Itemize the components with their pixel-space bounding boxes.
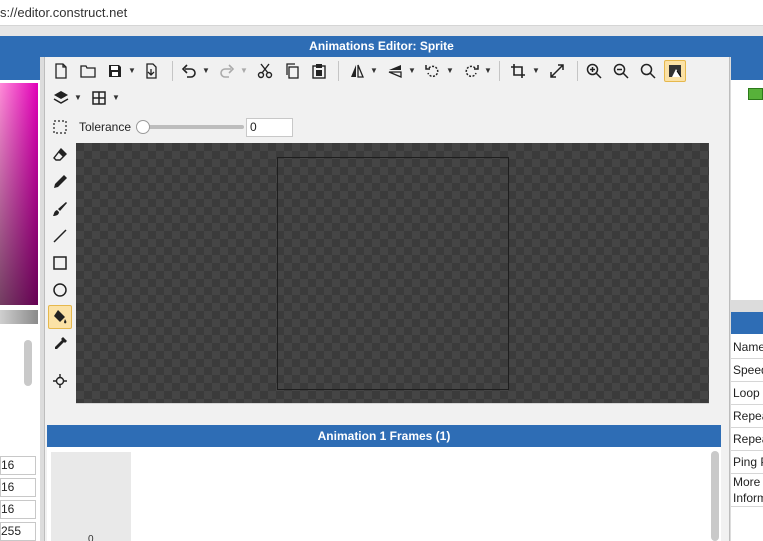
eyedropper-icon[interactable] — [48, 332, 72, 356]
paste-icon[interactable] — [308, 60, 330, 82]
zoom-in-icon[interactable] — [583, 60, 605, 82]
property-name[interactable]: Name — [731, 336, 763, 359]
color-gradient[interactable] — [0, 83, 38, 305]
color-panel-header — [0, 57, 40, 80]
resize-icon[interactable] — [546, 60, 568, 82]
flip-vertical-dropdown-icon[interactable]: ▼ — [408, 60, 416, 82]
toolbar-divider — [499, 61, 500, 81]
brush-icon[interactable] — [48, 197, 72, 221]
address-bar[interactable]: s://editor.construct.net — [0, 0, 763, 26]
toolbar-divider — [577, 61, 578, 81]
fill-icon[interactable] — [48, 305, 72, 329]
toolbar-divider — [338, 61, 339, 81]
origin-point-icon[interactable] — [48, 369, 72, 393]
color-field-r[interactable]: 16 — [0, 456, 36, 475]
crop-dropdown-icon[interactable]: ▼ — [532, 60, 540, 82]
url-text[interactable]: s://editor.construct.net — [0, 5, 127, 20]
more-info-link-2[interactable]: Inform — [731, 490, 763, 507]
property-repeat-to[interactable]: Repeat — [731, 428, 763, 451]
color-field-g[interactable]: 16 — [0, 478, 36, 497]
color-panel-scrollbar[interactable] — [24, 340, 32, 386]
redo-icon[interactable] — [216, 60, 238, 82]
toolbar-divider — [172, 61, 173, 81]
layers-dropdown-icon[interactable]: ▼ — [74, 87, 82, 109]
canvas-horizontal-scrollbar[interactable] — [76, 403, 709, 415]
tolerance-slider-thumb[interactable] — [136, 120, 150, 134]
save-dropdown-icon[interactable]: ▼ — [128, 60, 136, 82]
undo-dropdown-icon[interactable]: ▼ — [202, 60, 210, 82]
frames-scrollbar[interactable] — [711, 451, 719, 541]
canvas-vertical-scrollbar[interactable] — [709, 143, 721, 403]
tolerance-label: Tolerance — [79, 120, 132, 134]
tolerance-input[interactable]: 0 — [246, 118, 293, 137]
grid-dropdown-icon[interactable]: ▼ — [112, 87, 120, 109]
copy-icon[interactable] — [281, 60, 303, 82]
redo-dropdown-icon[interactable]: ▼ — [240, 60, 248, 82]
rotate-right-dropdown-icon[interactable]: ▼ — [484, 60, 492, 82]
new-icon[interactable] — [50, 60, 72, 82]
property-speed[interactable]: Speed — [731, 359, 763, 382]
zoom-out-icon[interactable] — [610, 60, 632, 82]
frames-panel — [47, 447, 721, 541]
save-icon[interactable] — [104, 60, 126, 82]
rotate-left-icon[interactable] — [422, 60, 444, 82]
more-info-link[interactable]: More — [731, 474, 763, 491]
frames-panel-title: Animation 1 Frames (1) — [317, 429, 451, 443]
color-field-b[interactable]: 16 — [0, 500, 36, 519]
property-ping-pong[interactable]: Ping P — [731, 451, 763, 474]
frames-panel-header: Animation 1 Frames (1) — [47, 425, 721, 447]
dialog-title-bar[interactable]: Animations Editor: Sprite — [0, 36, 763, 57]
flip-horizontal-icon[interactable] — [346, 60, 368, 82]
tab-strip — [0, 26, 763, 36]
zoom-reset-icon[interactable] — [637, 60, 659, 82]
line-icon[interactable] — [48, 224, 72, 248]
background-toggle-icon[interactable] — [664, 60, 686, 82]
property-loop[interactable]: Loop — [731, 382, 763, 405]
ellipse-icon[interactable] — [48, 278, 72, 302]
frame-thumbnail[interactable] — [51, 452, 131, 541]
dialog-title: Animations Editor: Sprite — [309, 39, 454, 53]
grid-icon[interactable] — [88, 87, 110, 109]
frame-number: 0 — [88, 534, 94, 541]
open-icon[interactable] — [77, 60, 99, 82]
pencil-icon[interactable] — [48, 170, 72, 194]
crop-icon[interactable] — [507, 60, 529, 82]
flip-vertical-icon[interactable] — [384, 60, 406, 82]
right-panel-header — [731, 57, 763, 80]
properties-header — [731, 312, 763, 334]
flip-horizontal-dropdown-icon[interactable]: ▼ — [370, 60, 378, 82]
layers-icon[interactable] — [50, 87, 72, 109]
property-repeat-count[interactable]: Repeat — [731, 405, 763, 428]
rotate-right-icon[interactable] — [460, 60, 482, 82]
cut-icon[interactable] — [254, 60, 276, 82]
tolerance-slider-track[interactable] — [138, 125, 244, 129]
rotate-left-dropdown-icon[interactable]: ▼ — [446, 60, 454, 82]
layer-visibility-icon[interactable] — [748, 88, 763, 100]
eraser-icon[interactable] — [48, 143, 72, 167]
panel-divider — [731, 300, 763, 312]
color-field-a[interactable]: 255 — [0, 522, 36, 541]
canvas-image-bounds — [277, 157, 509, 390]
export-icon[interactable] — [140, 60, 162, 82]
rectangle-icon[interactable] — [48, 251, 72, 275]
hue-slider[interactable] — [0, 310, 38, 324]
undo-icon[interactable] — [178, 60, 200, 82]
rectangle-select-icon[interactable] — [48, 115, 72, 139]
